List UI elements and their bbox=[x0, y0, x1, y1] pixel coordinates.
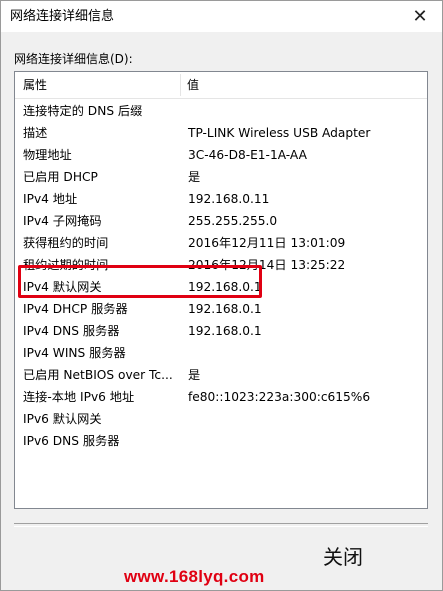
property-cell: 连接特定的 DNS 后缀 bbox=[23, 104, 143, 118]
column-header-value[interactable]: 值 bbox=[187, 77, 199, 93]
value-cell: 192.168.0.11 bbox=[188, 192, 270, 206]
list-item[interactable]: 连接-本地 IPv6 地址 fe80::1023:223a:300:c615%6 bbox=[15, 386, 427, 408]
list-item[interactable]: IPv4 子网掩码 255.255.255.0 bbox=[15, 210, 427, 232]
dialog-window: 网络连接详细信息 ✕ 网络连接详细信息(D): 属性 值 连接特定的 DNS 后… bbox=[0, 0, 443, 591]
value-cell: 192.168.0.1 bbox=[188, 324, 262, 338]
property-cell: IPv4 默认网关 bbox=[23, 280, 102, 294]
title-bar: 网络连接详细信息 ✕ bbox=[1, 1, 442, 32]
list-item[interactable]: 获得租约的时间 2016年12月11日 13:01:09 bbox=[15, 232, 427, 254]
value-cell: 3C-46-D8-E1-1A-AA bbox=[188, 148, 307, 162]
property-cell: IPv6 默认网关 bbox=[23, 412, 102, 426]
property-cell: IPv4 地址 bbox=[23, 192, 78, 206]
value-cell: 是 bbox=[188, 170, 201, 184]
list-item[interactable]: IPv4 地址 192.168.0.11 bbox=[15, 188, 427, 210]
property-cell: IPv4 WINS 服务器 bbox=[23, 346, 126, 360]
value-cell: TP-LINK Wireless USB Adapter bbox=[188, 126, 371, 140]
list-item[interactable]: 描述 TP-LINK Wireless USB Adapter bbox=[15, 122, 427, 144]
property-cell: 已启用 DHCP bbox=[23, 170, 98, 184]
list-item[interactable]: 租约过期的时间 2016年12月14日 13:25:22 bbox=[15, 254, 427, 276]
close-button[interactable]: 关闭 bbox=[323, 541, 403, 573]
list-item[interactable]: IPv4 默认网关 192.168.0.1 bbox=[15, 276, 427, 298]
value-cell: 2016年12月14日 13:25:22 bbox=[188, 258, 346, 272]
value-cell: fe80::1023:223a:300:c615%6 bbox=[188, 390, 371, 404]
list-item[interactable]: IPv4 DHCP 服务器 192.168.0.1 bbox=[15, 298, 427, 320]
list-item[interactable]: 已启用 NetBIOS over Tc... 是 bbox=[15, 364, 427, 386]
list-item[interactable]: 已启用 DHCP 是 bbox=[15, 166, 427, 188]
details-list[interactable]: 属性 值 连接特定的 DNS 后缀 描述 TP-LINK Wireless USB … bbox=[14, 71, 428, 509]
list-header: 属性 值 bbox=[15, 72, 427, 99]
property-cell: 获得租约的时间 bbox=[23, 236, 109, 250]
property-cell: 物理地址 bbox=[23, 148, 72, 162]
property-cell: 已启用 NetBIOS over Tc... bbox=[23, 368, 173, 382]
property-cell: IPv4 DHCP 服务器 bbox=[23, 302, 128, 316]
property-cell: 描述 bbox=[23, 126, 48, 140]
window-title: 网络连接详细信息 bbox=[10, 9, 115, 24]
column-header-property[interactable]: 属性 bbox=[23, 77, 47, 93]
value-cell: 192.168.0.1 bbox=[188, 280, 262, 294]
list-item[interactable]: IPv6 默认网关 bbox=[15, 408, 427, 430]
list-item[interactable]: 连接特定的 DNS 后缀 bbox=[15, 100, 427, 122]
list-item[interactable]: IPv4 DNS 服务器 192.168.0.1 bbox=[15, 320, 427, 342]
close-icon[interactable]: ✕ bbox=[406, 4, 434, 28]
separator bbox=[14, 523, 428, 527]
property-cell: 租约过期的时间 bbox=[23, 258, 109, 272]
details-group-label: 网络连接详细信息(D): bbox=[14, 52, 133, 66]
watermark-text: www.168lyq.com bbox=[124, 567, 265, 586]
property-cell: 连接-本地 IPv6 地址 bbox=[23, 390, 135, 404]
value-cell: 192.168.0.1 bbox=[188, 302, 262, 316]
value-cell: 是 bbox=[188, 368, 201, 382]
column-divider[interactable] bbox=[180, 74, 181, 96]
value-cell: 2016年12月11日 13:01:09 bbox=[188, 236, 346, 250]
property-cell: IPv6 DNS 服务器 bbox=[23, 434, 120, 448]
list-item[interactable]: IPv6 DNS 服务器 bbox=[15, 430, 427, 452]
list-item[interactable]: 物理地址 3C-46-D8-E1-1A-AA bbox=[15, 144, 427, 166]
property-cell: IPv4 子网掩码 bbox=[23, 214, 102, 228]
value-cell: 255.255.255.0 bbox=[188, 214, 278, 228]
list-item[interactable]: IPv4 WINS 服务器 bbox=[15, 342, 427, 364]
property-cell: IPv4 DNS 服务器 bbox=[23, 324, 120, 338]
